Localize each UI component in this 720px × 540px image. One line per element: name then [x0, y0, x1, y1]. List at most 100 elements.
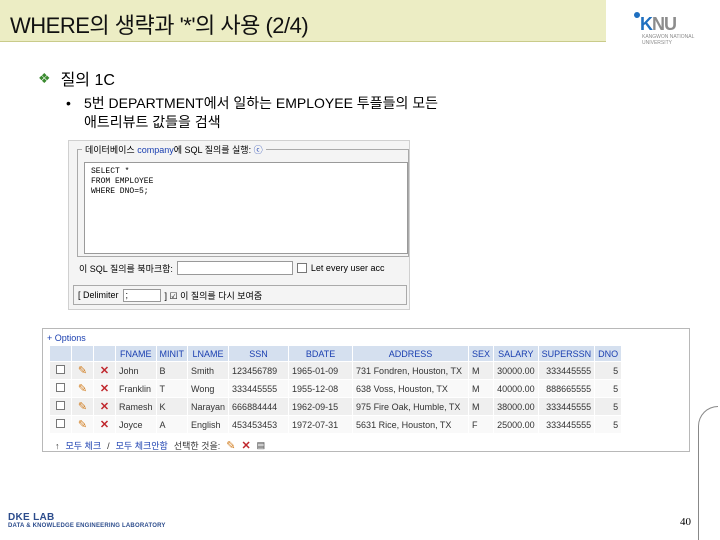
row-checkbox[interactable]: [56, 383, 65, 392]
bullet-query-1c: ❖ 질의 1C: [38, 66, 115, 90]
sql-legend: 데이터베이스 company에 SQL 질의를 실행: ⓒ: [82, 143, 266, 156]
export-icon[interactable]: ▤: [257, 440, 266, 451]
cell-ssn: 123456789: [228, 361, 290, 380]
bookmark-label: 이 SQL 질의를 북마크함:: [79, 263, 173, 274]
bookmark-input[interactable]: [176, 261, 293, 275]
cell-sex: M: [468, 361, 495, 380]
with-selected-label: 선택한 것을:: [173, 441, 221, 451]
cell-ssn: 666884444: [228, 397, 290, 416]
column-header[interactable]: SUPERSSN: [537, 345, 596, 362]
description-line-1: 5번 DEPARTMENT에서 일하는 EMPLOYEE 투플들의 모든: [84, 95, 438, 111]
cell-bdate: 1955-12-08: [288, 379, 354, 398]
cell-dno: 5: [594, 379, 623, 398]
column-header[interactable]: ADDRESS: [352, 345, 470, 362]
cell-minit: A: [155, 415, 189, 434]
knu-logo: KNU KANGWON NATIONAL UNIVERSITY: [612, 6, 716, 52]
delete-x-icon[interactable]: ✕: [100, 383, 109, 395]
cell-sex: F: [468, 415, 495, 434]
diamond-bullet-icon: ❖: [38, 69, 51, 86]
table-row: ✎ ✕ Ramesh K Narayan 666884444 1962-09-1…: [49, 397, 623, 416]
column-header[interactable]: LNAME: [187, 345, 230, 362]
cell-minit: B: [155, 361, 189, 380]
database-link[interactable]: company: [137, 145, 174, 155]
column-header[interactable]: MINIT: [155, 345, 189, 362]
sql-fieldset: 데이터베이스 company에 SQL 질의를 실행: ⓒ SELECT * F…: [77, 143, 409, 257]
cell-ssn: 333445555: [228, 379, 290, 398]
dke-lab-footer: DKE LAB DATA & KNOWLEDGE ENGINEERING LAB…: [8, 512, 208, 529]
bulk-delete-x-icon[interactable]: ✕: [241, 439, 250, 452]
cell-ssn: 453453453: [228, 415, 290, 434]
edit-pencil-icon[interactable]: ✎: [78, 365, 87, 377]
table-row: ✎ ✕ John B Smith 123456789 1965-01-09 73…: [49, 361, 623, 380]
dke-lab-subtitle: DATA & KNOWLEDGE ENGINEERING LABORATORY: [8, 523, 166, 529]
row-checkbox[interactable]: [56, 365, 65, 374]
cell-salary: 40000.00: [493, 379, 539, 398]
dot-bullet-icon: •: [66, 95, 71, 111]
cell-sex: M: [468, 379, 495, 398]
delimiter-input[interactable]: ;: [122, 288, 161, 302]
delete-x-icon[interactable]: ✕: [100, 401, 109, 413]
column-header[interactable]: BDATE: [288, 345, 354, 362]
select-all-link[interactable]: 모두 체크: [66, 439, 102, 452]
cell-superssn: 888665555: [537, 379, 596, 398]
cell-lname: Narayan: [187, 397, 230, 416]
table-row: ✎ ✕ Joyce A English 453453453 1972-07-31…: [49, 415, 623, 434]
slide: WHERE의 생략과 '*'의 사용 (2/4) KNU KANGWON NAT…: [0, 0, 720, 540]
cell-fname: Ramesh: [115, 397, 157, 416]
result-panel: + Options FNAME MINIT LNAME SSN BDATE AD…: [42, 328, 690, 452]
table-row: ✎ ✕ Franklin T Wong 333445555 1955-12-08…: [49, 379, 623, 398]
logo-subtitle: KANGWON NATIONAL UNIVERSITY: [642, 34, 695, 46]
edit-pencil-icon[interactable]: ✎: [78, 383, 87, 395]
cell-bdate: 1972-07-31: [288, 415, 354, 434]
cell-address: 638 Voss, Houston, TX: [352, 379, 470, 398]
table-footer: ↑ 모두 체크 / 모두 체크안함 선택한 것을: ✎ ✕ ▤: [55, 439, 265, 452]
cell-salary: 38000.00: [493, 397, 539, 416]
cell-address: 975 Fire Oak, Humble, TX: [352, 397, 470, 416]
options-link[interactable]: + Options: [47, 333, 86, 343]
bullet-text: 질의 1C: [60, 72, 115, 89]
page-number: 40: [680, 516, 691, 528]
copyright-icon[interactable]: ⓒ: [254, 145, 263, 155]
row-checkbox[interactable]: [56, 419, 65, 428]
cell-address: 5631 Rice, Houston, TX: [352, 415, 470, 434]
column-header[interactable]: FNAME: [115, 345, 157, 362]
decorative-corner-line: [698, 406, 718, 540]
description-line-2: 애트리뷰트 값들을 검색: [84, 114, 221, 130]
bulk-edit-pencil-icon[interactable]: ✎: [226, 439, 235, 452]
cell-dno: 5: [594, 397, 623, 416]
cell-salary: 25000.00: [493, 415, 539, 434]
column-header[interactable]: DNO: [594, 345, 623, 362]
cell-lname: English: [187, 415, 230, 434]
row-checkbox[interactable]: [56, 401, 65, 410]
column-header[interactable]: SEX: [468, 345, 495, 362]
column-header[interactable]: SALARY: [493, 345, 539, 362]
unselect-all-link[interactable]: 모두 체크안함: [116, 439, 168, 452]
let-every-user-label: Let every user acc: [310, 263, 385, 273]
let-every-user-checkbox[interactable]: [296, 263, 307, 273]
cell-address: 731 Fondren, Houston, TX: [352, 361, 470, 380]
title-bar: WHERE의 생략과 '*'의 사용 (2/4): [0, 0, 606, 42]
show-again-label[interactable]: ] ☑ 이 질의를 다시 보여줌: [165, 289, 263, 302]
delimiter-row: [ Delimiter ; ] ☑ 이 질의를 다시 보여줌: [73, 285, 407, 305]
bullet-description: • 5번 DEPARTMENT에서 일하는 EMPLOYEE 투플들의 모든 애…: [66, 94, 438, 132]
cell-sex: M: [468, 397, 495, 416]
up-arrow-icon: ↑: [55, 440, 60, 451]
footer-separator: /: [107, 440, 110, 451]
edit-pencil-icon[interactable]: ✎: [78, 419, 87, 431]
table-header-row: FNAME MINIT LNAME SSN BDATE ADDRESS SEX …: [49, 345, 623, 362]
cell-dno: 5: [594, 361, 623, 380]
delete-x-icon[interactable]: ✕: [100, 365, 109, 377]
delimiter-label: [ Delimiter: [78, 290, 119, 300]
cell-lname: Smith: [187, 361, 230, 380]
cell-superssn: 333445555: [537, 415, 596, 434]
cell-salary: 30000.00: [493, 361, 539, 380]
delete-x-icon[interactable]: ✕: [100, 419, 109, 431]
bookmark-row: 이 SQL 질의를 북마크함: Let every user acc: [79, 261, 384, 275]
cell-dno: 5: [594, 415, 623, 434]
cell-superssn: 333445555: [537, 361, 596, 380]
logo-mark: KNU: [640, 14, 677, 34]
column-header[interactable]: SSN: [228, 345, 290, 362]
sql-textarea[interactable]: SELECT * FROM EMPLOYEE WHERE DNO=5;: [84, 162, 408, 254]
cell-fname: Franklin: [115, 379, 157, 398]
edit-pencil-icon[interactable]: ✎: [78, 401, 87, 413]
